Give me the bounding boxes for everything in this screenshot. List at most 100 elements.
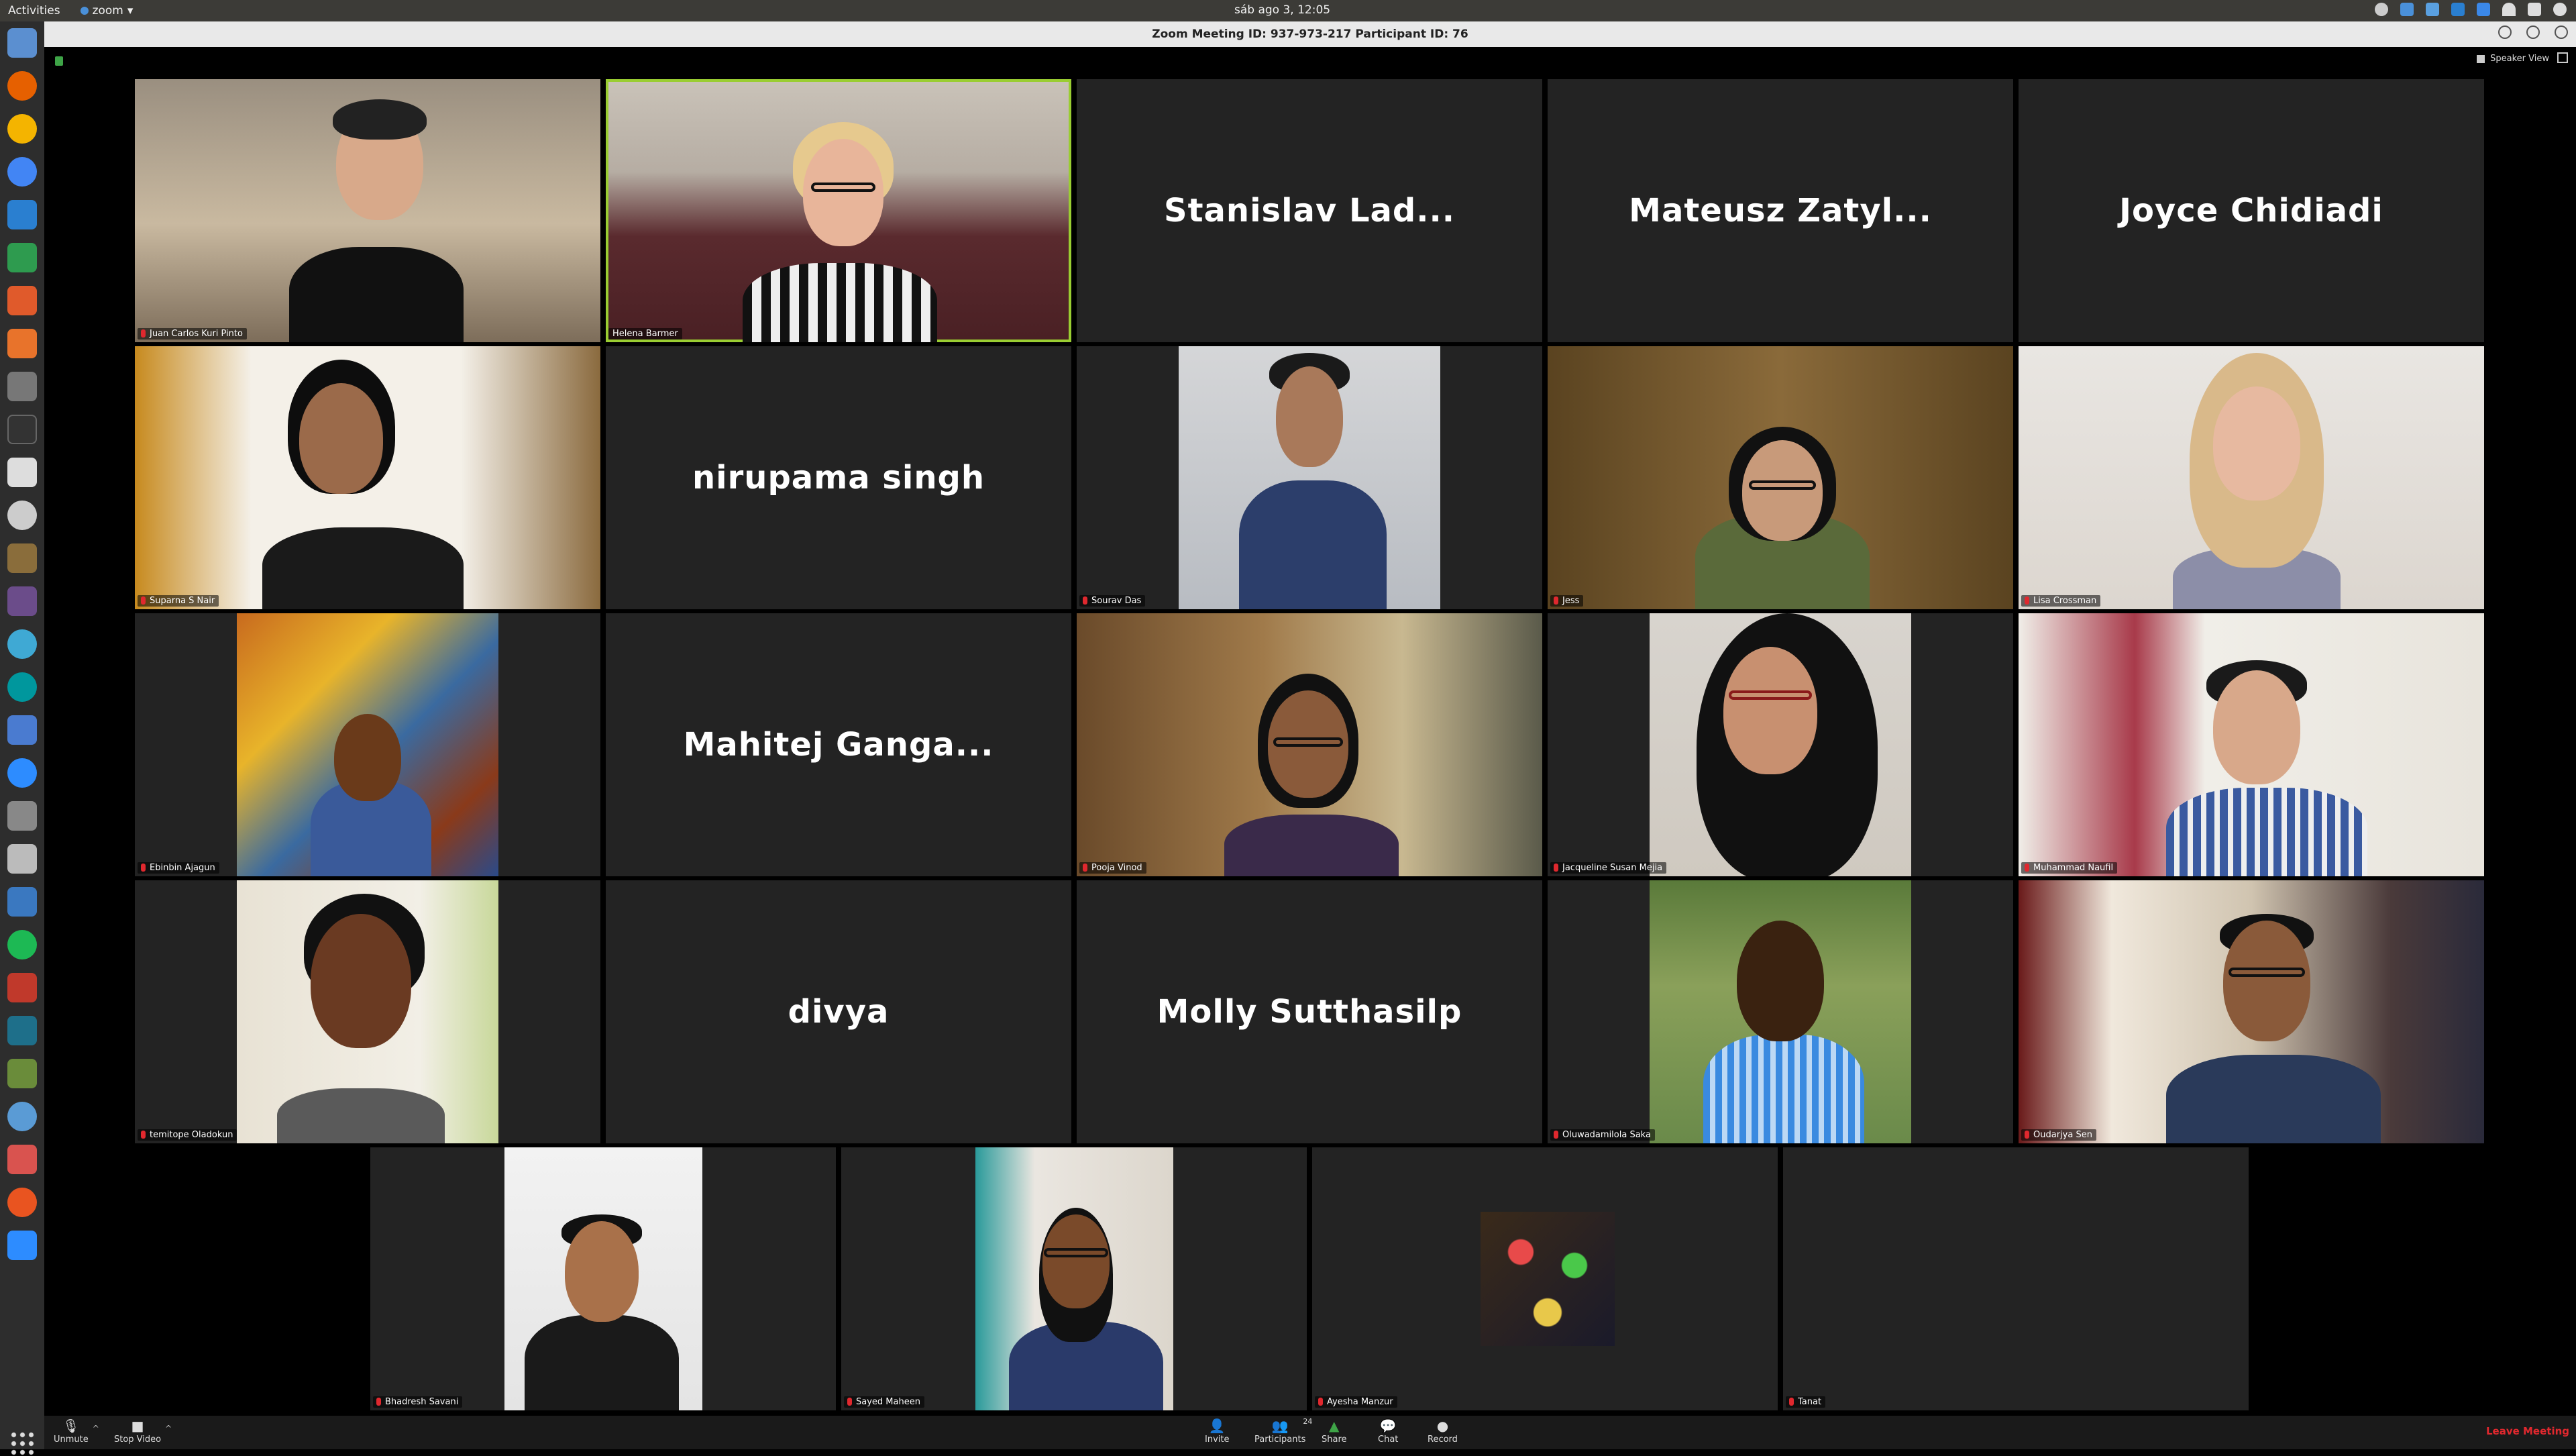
bluetooth-icon[interactable] <box>2477 3 2490 16</box>
participant-tile[interactable]: Lisa Crossman <box>2019 346 2484 609</box>
participant-name-large: Mateusz Zatyl... <box>1629 192 1932 229</box>
participant-video <box>1548 346 2013 609</box>
vscode-icon[interactable] <box>7 715 37 745</box>
participant-tile[interactable]: Jacqueline Susan Mejia <box>1548 613 2013 876</box>
text-editor-icon[interactable] <box>7 458 37 487</box>
virtualbox-icon[interactable] <box>7 887 37 917</box>
record-button[interactable]: ● Record <box>1428 1418 1458 1445</box>
chromium-icon[interactable] <box>7 157 37 187</box>
participants-button[interactable]: 👥 24 Participants <box>1254 1417 1312 1445</box>
leave-meeting-button[interactable]: Leave Meeting <box>2486 1425 2569 1437</box>
speaker-view-button[interactable]: Speaker View <box>2477 54 2549 64</box>
keyboard-icon[interactable] <box>7 844 37 874</box>
zoom-tray-icon[interactable] <box>2400 3 2414 16</box>
minimize-button[interactable] <box>2498 25 2512 39</box>
calc-icon[interactable] <box>7 243 37 272</box>
participant-tile[interactable]: temitope Oladokun <box>135 880 600 1143</box>
participant-tile[interactable]: Jess <box>1548 346 2013 609</box>
participant-tile[interactable]: Sourav Das <box>1077 346 1542 609</box>
update-icon[interactable] <box>7 1102 37 1131</box>
vlc-icon[interactable] <box>7 973 37 1002</box>
disc-icon[interactable] <box>7 501 37 530</box>
arduino-icon[interactable] <box>7 672 37 702</box>
firefox-icon[interactable] <box>7 71 37 101</box>
accessibility-icon[interactable] <box>2375 3 2388 16</box>
muted-mic-icon <box>2025 864 2029 872</box>
participant-tile[interactable]: Pooja Vinod <box>1077 613 1542 876</box>
archive-icon[interactable] <box>7 801 37 831</box>
files-icon[interactable] <box>7 28 37 58</box>
participant-tile[interactable]: Oudarjya Sen <box>2019 880 2484 1143</box>
invite-button[interactable]: 👤 Invite <box>1205 1418 1229 1445</box>
lock-icon[interactable] <box>55 56 63 66</box>
participant-tile[interactable]: Joyce Chidiadi <box>2019 79 2484 342</box>
screenshot-icon[interactable] <box>7 586 37 616</box>
pdf-icon[interactable] <box>7 1145 37 1174</box>
participant-tile[interactable]: divya <box>606 880 1071 1143</box>
tools-icon[interactable] <box>7 372 37 401</box>
window-title: Zoom Meeting ID: 937-973-217 Participant… <box>1152 28 1468 41</box>
stop-video-label: Stop Video <box>114 1435 162 1445</box>
ubuntu-icon[interactable] <box>7 1188 37 1217</box>
close-button[interactable] <box>2555 25 2568 39</box>
participant-name-label: Suparna S Nair <box>138 595 219 607</box>
globe-icon[interactable] <box>7 629 37 659</box>
impress-icon[interactable] <box>7 286 37 315</box>
meeting-gallery: Speaker View Juan Carlos Kuri Pinto Hele… <box>44 47 2576 1416</box>
participant-tile[interactable]: Stanislav Lad... <box>1077 79 1542 342</box>
volume-icon[interactable] <box>2528 3 2541 16</box>
dropbox-icon[interactable] <box>2451 3 2465 16</box>
participant-name-large: Mahitej Ganga... <box>683 726 994 764</box>
show-applications-icon[interactable] <box>9 1431 35 1456</box>
power-icon[interactable] <box>2553 3 2567 16</box>
wifi-icon[interactable] <box>2502 3 2516 16</box>
participant-tile[interactable]: Mateusz Zatyl... <box>1548 79 2013 342</box>
participant-tile[interactable]: Muhammad Naufil <box>2019 613 2484 876</box>
muted-mic-icon <box>1554 596 1558 605</box>
participant-tile[interactable]: nirupama singh <box>606 346 1071 609</box>
chrome-icon[interactable] <box>7 114 37 144</box>
participant-tile[interactable]: Mahitej Ganga... <box>606 613 1071 876</box>
participant-tile[interactable]: Sayed Maheen <box>841 1147 1307 1410</box>
muted-mic-icon <box>1789 1398 1794 1406</box>
participant-tile-active-speaker[interactable]: Helena Barmer <box>606 79 1071 342</box>
participant-tile[interactable]: Tanat <box>1783 1147 2249 1410</box>
unmute-button[interactable]: 🎙 Unmute ^ <box>54 1418 99 1445</box>
maximize-button[interactable] <box>2526 25 2540 39</box>
video-options-caret[interactable]: ^ <box>165 1424 172 1433</box>
participant-name-label: Jess <box>1550 595 1584 607</box>
participant-tile[interactable]: Molly Sutthasilp <box>1077 880 1542 1143</box>
book-icon[interactable] <box>7 1016 37 1045</box>
clock[interactable]: sáb ago 3, 12:05 <box>1234 3 1330 17</box>
participant-name-large: Stanislav Lad... <box>1164 192 1455 229</box>
participant-video <box>504 1147 702 1410</box>
system-tray <box>2375 3 2567 16</box>
audio-options-caret[interactable]: ^ <box>93 1424 99 1433</box>
activities-button[interactable]: Activities <box>8 4 60 17</box>
participant-tile[interactable]: Suparna S Nair <box>135 346 600 609</box>
stop-video-button[interactable]: ■ Stop Video ^ <box>114 1418 172 1445</box>
terminal-icon[interactable] <box>7 415 37 444</box>
zoom-running-icon[interactable] <box>7 1231 37 1260</box>
participant-name-label: Muhammad Naufil <box>2021 862 2118 874</box>
gimp-icon[interactable] <box>7 543 37 573</box>
participant-tile[interactable]: Ayesha Manzur <box>1312 1147 1778 1410</box>
muted-mic-icon <box>1083 596 1087 605</box>
spotify-icon[interactable] <box>7 930 37 959</box>
game-icon[interactable] <box>7 1059 37 1088</box>
zoom-dock-icon[interactable] <box>7 758 37 788</box>
participant-video <box>608 82 1069 342</box>
writer-icon[interactable] <box>7 200 37 229</box>
participant-tile[interactable]: Ebinbin Ajagun <box>135 613 600 876</box>
participant-tile[interactable]: Bhadresh Savani <box>370 1147 836 1410</box>
participant-video <box>237 613 498 876</box>
share-button[interactable]: ▲ Share <box>1322 1418 1347 1445</box>
muted-mic-icon <box>376 1398 381 1406</box>
chat-button[interactable]: 💬 Chat <box>1378 1418 1398 1445</box>
software-center-icon[interactable] <box>7 329 37 358</box>
participant-tile[interactable]: Juan Carlos Kuri Pinto <box>135 79 600 342</box>
chrome-tray-icon[interactable] <box>2426 3 2439 16</box>
app-menu[interactable]: zoom ▾ <box>80 4 133 17</box>
participant-tile[interactable]: Oluwadamilola Saka <box>1548 880 2013 1143</box>
fullscreen-icon[interactable] <box>2557 52 2568 63</box>
